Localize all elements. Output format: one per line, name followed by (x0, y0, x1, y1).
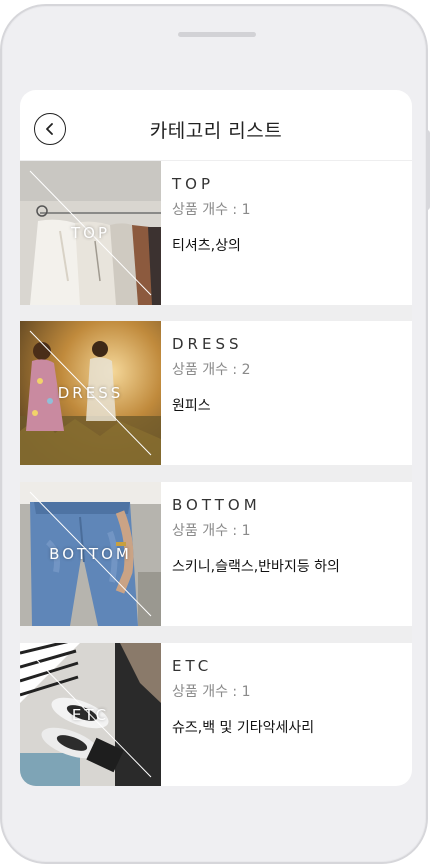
category-info-bottom: BOTTOM 상품 개수 : 1 스키니,슬랙스,반바지등 하의 (172, 496, 340, 576)
app-screen: 카테고리 리스트 TOP TOP 상품 개수 : 1 티셔츠,상의 DRESS … (20, 90, 412, 786)
category-image-top: TOP (20, 161, 161, 305)
category-name: ETC (172, 657, 213, 675)
thumb-label-dress: DRESS (57, 384, 124, 402)
category-card-bottom[interactable]: BOTTOM BOTTOM 상품 개수 : 1 스키니,슬랙스,반바지등 하의 (20, 482, 412, 626)
thumb-label-top: TOP (70, 224, 110, 242)
product-count: 상품 개수 : 1 (172, 523, 251, 539)
category-name: TOP (172, 175, 215, 193)
product-count: 상품 개수 : 1 (172, 202, 251, 218)
category-name: BOTTOM (172, 496, 261, 514)
product-count: 상품 개수 : 2 (172, 362, 251, 378)
speaker-grille (178, 32, 256, 37)
category-card-top[interactable]: TOP TOP 상품 개수 : 1 티셔츠,상의 (20, 161, 412, 305)
category-info-etc: ETC 상품 개수 : 1 슈즈,백 및 기타악세사리 (172, 657, 314, 737)
category-description: 슈즈,백 및 기타악세사리 (172, 720, 315, 736)
category-description: 스키니,슬랙스,반바지등 하의 (172, 559, 340, 575)
header-bar: 카테고리 리스트 (20, 90, 412, 160)
page-title: 카테고리 리스트 (149, 120, 283, 142)
thumb-label-bottom: BOTTOM (49, 545, 132, 563)
thumb-label-etc: ETC (71, 706, 110, 724)
product-count: 상품 개수 : 1 (172, 684, 251, 700)
category-name: DRESS (172, 335, 243, 353)
category-card-etc[interactable]: ETC ETC 상품 개수 : 1 슈즈,백 및 기타악세사리 (20, 643, 412, 786)
category-image-dress: DRESS (20, 321, 161, 465)
side-button (426, 130, 430, 210)
category-image-etc: ETC (20, 643, 161, 786)
category-image-bottom: BOTTOM (20, 482, 161, 626)
category-description: 원피스 (172, 398, 211, 414)
category-description: 티셔츠,상의 (172, 238, 241, 254)
category-card-dress[interactable]: DRESS DRESS 상품 개수 : 2 원피스 (20, 321, 412, 465)
category-info-dress: DRESS 상품 개수 : 2 원피스 (172, 335, 251, 415)
category-info-top: TOP 상품 개수 : 1 티셔츠,상의 (172, 175, 251, 255)
